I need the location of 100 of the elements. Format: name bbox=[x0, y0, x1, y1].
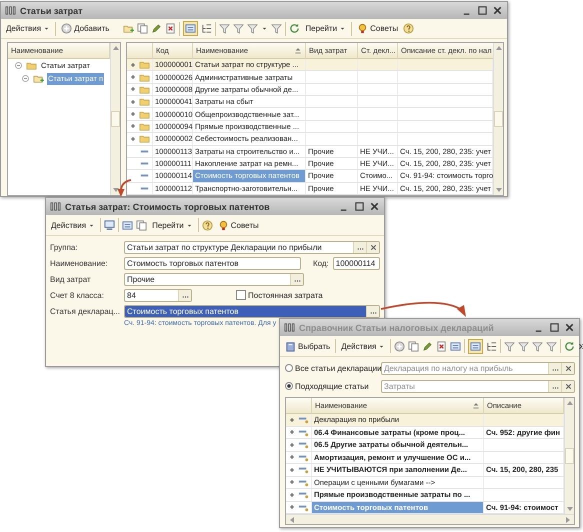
delete-icon[interactable] bbox=[165, 23, 176, 34]
tree-icon[interactable] bbox=[201, 23, 212, 34]
filter-icon[interactable] bbox=[546, 340, 558, 352]
menu-button[interactable]: Действия bbox=[49, 220, 98, 230]
filter-icon[interactable] bbox=[518, 340, 530, 352]
expand-icon[interactable] bbox=[129, 60, 137, 69]
field-label: Вид затрат bbox=[50, 274, 92, 284]
pencil-icon[interactable] bbox=[422, 340, 434, 352]
expand-icon[interactable] bbox=[288, 503, 296, 512]
close-icon[interactable] bbox=[564, 322, 575, 333]
filter-icon[interactable] bbox=[233, 23, 244, 34]
scrollbar[interactable] bbox=[564, 398, 574, 514]
radio-button[interactable] bbox=[285, 382, 293, 390]
expand-icon[interactable] bbox=[129, 110, 137, 118]
expand-icon[interactable] bbox=[129, 134, 137, 143]
expand-icon[interactable] bbox=[288, 416, 296, 424]
window-title: Статья затрат: Стоимость торговых патентов bbox=[65, 202, 271, 212]
copy-icon[interactable] bbox=[136, 220, 148, 230]
filter-icon[interactable] bbox=[271, 23, 282, 34]
expand-icon[interactable] bbox=[129, 98, 137, 106]
help-icon[interactable] bbox=[403, 23, 414, 34]
filter-icon[interactable] bbox=[504, 340, 516, 352]
column-header bbox=[127, 43, 153, 59]
clear-icon bbox=[368, 242, 378, 252]
scrollbar[interactable] bbox=[110, 43, 120, 195]
clear-button[interactable] bbox=[366, 242, 379, 252]
window-title: Статьи затрат bbox=[20, 6, 84, 16]
pencil-icon[interactable] bbox=[151, 23, 162, 34]
checkbox-label[interactable]: Постоянная затрата bbox=[248, 290, 323, 300]
clear-icon bbox=[564, 382, 572, 390]
help-icon[interactable] bbox=[202, 220, 213, 230]
collapse-icon[interactable] bbox=[14, 61, 23, 70]
tips-button[interactable]: Советы bbox=[216, 218, 261, 232]
menu-button[interactable]: Действия bbox=[4, 23, 52, 34]
delete-icon[interactable] bbox=[436, 340, 448, 352]
expand-icon[interactable] bbox=[129, 73, 137, 82]
choose-button[interactable] bbox=[548, 362, 561, 374]
close-icon[interactable] bbox=[369, 201, 380, 212]
scrollbar[interactable] bbox=[493, 43, 503, 195]
menu-button[interactable]: Перейти bbox=[303, 23, 348, 34]
input-field[interactable]: Декларация по налогу на прибыль bbox=[381, 362, 575, 374]
checkbox[interactable] bbox=[236, 290, 246, 300]
tree-icon[interactable] bbox=[486, 340, 498, 352]
caret-icon[interactable] bbox=[261, 25, 268, 32]
folder-icon bbox=[33, 73, 44, 84]
filter-icon[interactable] bbox=[532, 340, 544, 352]
input-field[interactable]: Стоимость торговых патентов bbox=[124, 304, 380, 318]
add-button[interactable]: Добавить bbox=[59, 22, 112, 35]
input-field[interactable]: 100000114 bbox=[332, 256, 380, 270]
copy-icon[interactable] bbox=[408, 340, 420, 352]
input-field[interactable]: 84 bbox=[124, 288, 192, 302]
list-icon[interactable] bbox=[450, 340, 462, 352]
input-field[interactable]: Прочие bbox=[124, 272, 304, 286]
maximize-icon[interactable] bbox=[477, 5, 488, 16]
expand-icon[interactable] bbox=[288, 490, 296, 499]
column-header bbox=[286, 398, 312, 414]
expand-icon[interactable] bbox=[288, 466, 296, 474]
choose-button[interactable] bbox=[178, 290, 191, 300]
select-button[interactable]: Выбрать bbox=[283, 340, 332, 352]
radio-label[interactable]: Все статьи декларации bbox=[295, 364, 382, 372]
field-label: Статья декларац... bbox=[50, 306, 120, 316]
list-icon[interactable] bbox=[122, 220, 134, 230]
choose-button[interactable] bbox=[548, 380, 561, 392]
expand-icon[interactable] bbox=[129, 85, 137, 94]
clear-button[interactable] bbox=[561, 362, 574, 374]
menu-button[interactable]: Перейти bbox=[150, 220, 195, 230]
copy-icon[interactable] bbox=[137, 23, 148, 34]
expand-icon[interactable] bbox=[288, 478, 296, 486]
choose-button[interactable] bbox=[290, 274, 303, 284]
tips-button[interactable]: Советы bbox=[355, 22, 400, 35]
radio-label[interactable]: Подходящие статьи bbox=[295, 382, 369, 390]
expand-icon[interactable] bbox=[288, 440, 296, 449]
refresh-icon[interactable] bbox=[564, 340, 576, 352]
input-field[interactable]: Затраты bbox=[381, 380, 575, 392]
add-icon[interactable] bbox=[394, 340, 406, 352]
maximize-icon[interactable] bbox=[354, 201, 365, 212]
menu-button[interactable]: Действия bbox=[339, 340, 388, 352]
scrollbar[interactable] bbox=[286, 514, 574, 524]
expand-icon[interactable] bbox=[288, 428, 296, 436]
input-field[interactable]: Стоимость торговых патентов bbox=[124, 256, 301, 270]
choose-button[interactable] bbox=[366, 306, 379, 316]
choose-button[interactable] bbox=[353, 242, 366, 252]
clear-button[interactable] bbox=[561, 380, 574, 392]
monitor-icon[interactable] bbox=[104, 220, 116, 230]
bulb-icon bbox=[357, 23, 368, 34]
filter-icon[interactable] bbox=[247, 23, 258, 34]
input-field[interactable]: Статьи затрат по структуре Декларации по прибыли bbox=[124, 240, 380, 254]
radio-button[interactable] bbox=[285, 364, 293, 372]
list-view-button[interactable] bbox=[183, 21, 198, 36]
add-icon bbox=[61, 23, 72, 34]
list-view-button[interactable] bbox=[468, 338, 484, 354]
caret-icon bbox=[43, 25, 50, 32]
new-folder-icon[interactable] bbox=[123, 23, 134, 34]
filter-icon[interactable] bbox=[219, 23, 230, 34]
maximize-icon[interactable] bbox=[549, 322, 560, 333]
expand-icon[interactable] bbox=[288, 453, 296, 462]
collapse-icon[interactable] bbox=[21, 74, 30, 83]
refresh-icon[interactable] bbox=[289, 23, 300, 34]
expand-icon[interactable] bbox=[129, 122, 137, 130]
close-icon[interactable] bbox=[492, 5, 503, 16]
